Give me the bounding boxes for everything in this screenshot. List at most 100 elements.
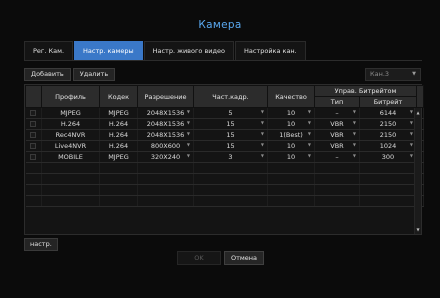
- chevron-down-icon: ▼: [409, 109, 413, 114]
- empty-row: [25, 184, 424, 196]
- chevron-down-icon: ▼: [307, 109, 311, 114]
- row-checkbox[interactable]: [25, 129, 42, 141]
- chevron-down-icon: ▼: [186, 131, 190, 136]
- cell-type[interactable]: VBR ▼: [314, 129, 360, 141]
- cell-type-value: VBR: [330, 120, 344, 128]
- cell-fps-value: 15: [226, 120, 235, 128]
- cell-resolution[interactable]: 320X240 ▼: [137, 151, 194, 163]
- cell-resolution-value: 2048X1536: [146, 131, 185, 139]
- cell-fps[interactable]: 15 ▼: [193, 140, 268, 152]
- chevron-down-icon: ▼: [409, 142, 413, 147]
- chevron-down-icon: ▼: [186, 142, 190, 147]
- cell-bitrate[interactable]: 1024 ▼: [359, 140, 417, 152]
- chevron-down-icon: ▼: [352, 109, 356, 114]
- chevron-down-icon: ▼: [412, 71, 416, 77]
- cell-type[interactable]: VBR ▼: [314, 118, 360, 130]
- cell-codec: MJPEG: [99, 107, 138, 119]
- channel-select-value: Кан.3: [370, 70, 390, 78]
- cell-resolution[interactable]: 800X600 ▼: [137, 140, 194, 152]
- cell-quality[interactable]: 10 ▼: [267, 140, 315, 152]
- chevron-down-icon: ▼: [186, 153, 190, 158]
- empty-row: [25, 162, 424, 174]
- cell-type[interactable]: – ▼: [314, 107, 360, 119]
- table-row[interactable]: Live4NVR H.264 800X600 ▼ 15 ▼ 10 ▼ VBR ▼ 102…: [25, 140, 424, 152]
- tab-channel-setup[interactable]: Настройка кан.: [234, 41, 306, 60]
- cell-fps[interactable]: 15 ▼: [193, 118, 268, 130]
- cancel-button[interactable]: Отмена: [224, 251, 264, 265]
- scroll-up-icon[interactable]: ▲: [415, 110, 421, 115]
- chevron-down-icon: ▼: [307, 131, 311, 136]
- cell-type-value: VBR: [330, 131, 344, 139]
- empty-row: [25, 173, 424, 185]
- channel-select[interactable]: Кан.3 ▼: [365, 68, 421, 81]
- cell-type[interactable]: VBR ▼: [314, 140, 360, 152]
- cell-quality-value: 10: [286, 153, 296, 161]
- cell-profile: MOBILE: [41, 151, 100, 163]
- chevron-down-icon: ▼: [307, 120, 311, 125]
- row-checkbox[interactable]: [25, 151, 42, 163]
- cell-quality-value: 1(Best): [279, 131, 303, 139]
- setup-button[interactable]: настр.: [24, 238, 58, 251]
- header-codec: Кодек: [99, 85, 138, 108]
- scroll-down-icon[interactable]: ▼: [415, 227, 421, 232]
- cell-quality[interactable]: 10 ▼: [267, 118, 315, 130]
- tab-bar: Рег. Кам. Настр. камеры Настр. живого ви…: [24, 41, 307, 60]
- cell-fps-value: 15: [226, 131, 235, 139]
- header-bitrate-control: Управ. Битрейтом: [314, 85, 417, 97]
- cell-resolution[interactable]: 2048X1536 ▼: [137, 107, 194, 119]
- cell-quality-value: 10: [286, 109, 296, 117]
- cell-resolution-value: 2048X1536: [146, 120, 185, 128]
- cell-resolution-value: 800X600: [150, 142, 181, 150]
- cell-fps[interactable]: 5 ▼: [193, 107, 268, 119]
- cell-bitrate-value: 2150: [379, 131, 397, 139]
- header-select: [25, 85, 42, 108]
- tab-divider: [24, 60, 422, 61]
- window-title: Камера: [198, 19, 242, 31]
- cell-bitrate[interactable]: 6144 ▼: [359, 107, 417, 119]
- chevron-down-icon: ▼: [260, 142, 264, 147]
- table-scrollbar[interactable]: ▲ ▼: [414, 108, 421, 234]
- cell-bitrate-value: 1024: [379, 142, 397, 150]
- cell-bitrate[interactable]: 2150 ▼: [359, 118, 417, 130]
- chevron-down-icon: ▼: [307, 153, 311, 158]
- cell-profile: H.264: [41, 118, 100, 130]
- delete-button[interactable]: Удалить: [72, 68, 116, 81]
- cell-fps[interactable]: 15 ▼: [193, 129, 268, 141]
- chevron-down-icon: ▼: [352, 153, 356, 158]
- cell-resolution[interactable]: 2048X1536 ▼: [137, 118, 194, 130]
- cell-quality[interactable]: 10 ▼: [267, 107, 315, 119]
- cell-codec: H.264: [99, 118, 138, 130]
- row-checkbox[interactable]: [25, 118, 42, 130]
- row-checkbox[interactable]: [25, 140, 42, 152]
- tab-live-video-setup[interactable]: Настр. живого видео: [143, 41, 234, 60]
- tab-camera-registration[interactable]: Рег. Кам.: [24, 41, 74, 60]
- ok-button[interactable]: OK: [177, 251, 221, 265]
- tab-camera-setup[interactable]: Настр. камеры: [74, 41, 143, 60]
- cell-bitrate[interactable]: 300 ▼: [359, 151, 417, 163]
- header-profile: Профиль: [41, 85, 100, 108]
- chevron-down-icon: ▼: [260, 131, 264, 136]
- cell-quality-value: 10: [286, 142, 296, 150]
- table-row[interactable]: MOBILE MJPEG 320X240 ▼ 3 ▼ 10 ▼ – ▼ 300 ▼: [25, 151, 424, 163]
- table-row[interactable]: MJPEG MJPEG 2048X1536 ▼ 5 ▼ 10 ▼ – ▼ 6144 ▼: [25, 107, 424, 119]
- chevron-down-icon: ▼: [409, 120, 413, 125]
- cell-resolution[interactable]: 2048X1536 ▼: [137, 129, 194, 141]
- table-row[interactable]: Rec4NVR H.264 2048X1536 ▼ 15 ▼ 1(Best) ▼ VB…: [25, 129, 424, 141]
- cell-bitrate-value: 6144: [379, 109, 397, 117]
- cell-fps-value: 15: [226, 142, 235, 150]
- cell-codec: H.264: [99, 129, 138, 141]
- add-button[interactable]: Добавить: [24, 68, 71, 81]
- cell-profile: Rec4NVR: [41, 129, 100, 141]
- cell-type[interactable]: – ▼: [314, 151, 360, 163]
- cell-bitrate[interactable]: 2150 ▼: [359, 129, 417, 141]
- chevron-down-icon: ▼: [260, 153, 264, 158]
- row-checkbox[interactable]: [25, 107, 42, 119]
- cell-type-value: VBR: [330, 142, 344, 150]
- cell-quality[interactable]: 10 ▼: [267, 151, 315, 163]
- cell-profile: MJPEG: [41, 107, 100, 119]
- table-row[interactable]: H.264 H.264 2048X1536 ▼ 15 ▼ 10 ▼ VBR ▼ 2150…: [25, 118, 424, 130]
- chevron-down-icon: ▼: [260, 109, 264, 114]
- cell-bitrate-value: 300: [381, 153, 395, 161]
- cell-quality[interactable]: 1(Best) ▼: [267, 129, 315, 141]
- cell-fps[interactable]: 3 ▼: [193, 151, 268, 163]
